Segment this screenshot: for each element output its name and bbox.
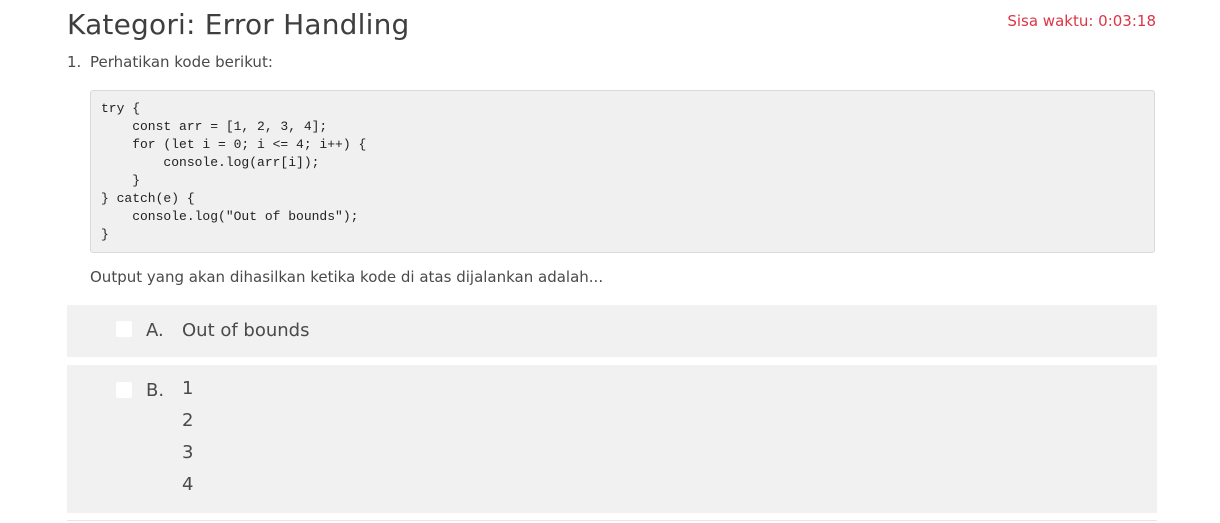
question-text: Perhatikan kode berikut:: [90, 53, 273, 71]
option-text: 1 2 3 4: [182, 373, 193, 501]
countdown-timer: Sisa waktu: 0:03:18: [1007, 12, 1156, 30]
divider: [67, 520, 1157, 521]
option-line: 1: [182, 378, 194, 399]
page-title: Kategori: Error Handling: [67, 8, 410, 41]
option-text: Out of bounds: [182, 320, 310, 341]
option-line: 2: [182, 410, 194, 431]
option-letter: A.: [146, 320, 164, 341]
option-line: 4: [182, 474, 194, 495]
code-block: try { const arr = [1, 2, 3, 4]; for (let…: [90, 90, 1155, 253]
checkbox[interactable]: [116, 321, 132, 337]
question-prompt: Output yang akan dihasilkan ketika kode …: [90, 268, 604, 286]
answer-option-b[interactable]: B. 1 2 3 4: [67, 365, 1157, 513]
code-content: try { const arr = [1, 2, 3, 4]; for (let…: [101, 101, 367, 242]
question-number: 1.: [67, 53, 82, 71]
checkbox[interactable]: [116, 382, 132, 398]
option-line: 3: [182, 442, 194, 463]
option-letter: B.: [146, 380, 165, 401]
answer-option-a[interactable]: A. Out of bounds: [67, 305, 1157, 357]
